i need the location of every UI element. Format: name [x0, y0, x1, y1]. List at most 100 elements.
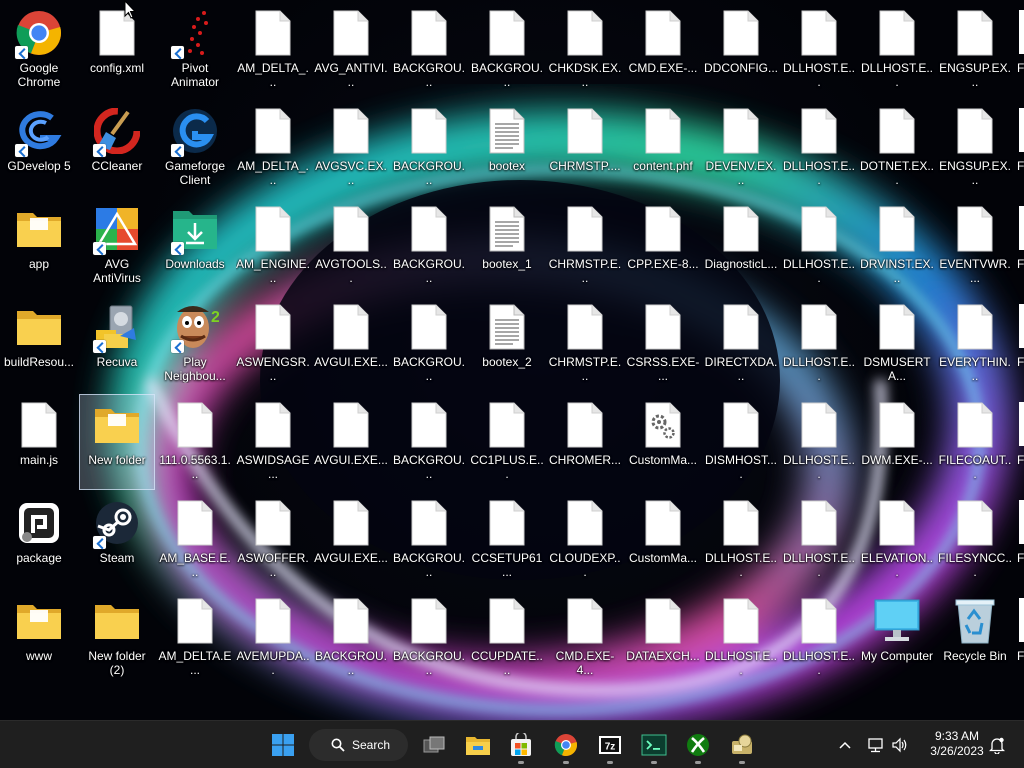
- desktop-icon-avg[interactable]: AVG AntiVirus Free: [79, 198, 155, 294]
- desktop-icon-file[interactable]: DEVENV.EX...: [703, 100, 779, 196]
- desktop-icon-folder[interactable]: New folder: [79, 394, 155, 490]
- desktop-icon-file[interactable]: AM_BASE.E...: [157, 492, 233, 588]
- desktop-icon-file[interactable]: DWM.EXE-...: [859, 394, 935, 490]
- desktop-icon-file[interactable]: CCSETUP61...: [469, 492, 545, 588]
- terminal-button[interactable]: [638, 729, 670, 764]
- notifications-button[interactable]: [986, 729, 1008, 761]
- desktop-icon-edge-label[interactable]: F: [1017, 257, 1024, 271]
- desktop-icon-file[interactable]: AVG_ANTIVI...: [313, 2, 389, 98]
- desktop-icon-file[interactable]: AVGTOOLS...: [313, 198, 389, 294]
- desktop-icon-edge-label[interactable]: F: [1017, 453, 1024, 467]
- 7zip-button[interactable]: 7z: [594, 729, 626, 764]
- xbox-button[interactable]: [682, 729, 714, 764]
- desktop-icon-file[interactable]: BACKGROU...: [469, 2, 545, 98]
- desktop-icon-textfile[interactable]: bootex: [469, 100, 545, 196]
- desktop-icon-edge-label[interactable]: F: [1017, 649, 1024, 663]
- volume-button[interactable]: [890, 729, 910, 761]
- desktop-icon-computer[interactable]: My Computer: [859, 590, 935, 686]
- desktop-icon-file[interactable]: AVGSVC.EX...: [313, 100, 389, 196]
- desktop-icon-folder-plain[interactable]: buildResou...: [1, 296, 77, 392]
- desktop-icon-file[interactable]: AM_DELTA_...: [235, 100, 311, 196]
- desktop-icon-file[interactable]: 111.0.5563.1...: [157, 394, 233, 490]
- start-button[interactable]: [267, 729, 299, 761]
- desktop-icon-file[interactable]: CC1PLUS.E...: [469, 394, 545, 490]
- desktop-icon-file[interactable]: DSMUSERTA...: [859, 296, 935, 392]
- microsoft-store-button[interactable]: [505, 729, 537, 764]
- desktop-icon-file[interactable]: DDCONFIG...: [703, 2, 779, 98]
- desktop-icon-file[interactable]: DLLHOST.E...: [781, 590, 857, 686]
- desktop-icon-file[interactable]: DLLHOST.E...: [781, 296, 857, 392]
- desktop-icon-file[interactable]: AVGUI.EXE...: [313, 394, 389, 490]
- desktop-icon-file[interactable]: DIRECTXDA...: [703, 296, 779, 392]
- desktop-icon-file[interactable]: AVGUI.EXE...: [313, 492, 389, 588]
- app-button[interactable]: [726, 729, 758, 764]
- desktop-icon-file[interactable]: ASWENGSR...: [235, 296, 311, 392]
- desktop-icon-file[interactable]: CLOUDEXP...: [547, 492, 623, 588]
- desktop-icon-file[interactable]: ENGSUP.EX...: [937, 2, 1013, 98]
- desktop-icon-neighbour[interactable]: 2 Play Neighbou...: [157, 296, 233, 392]
- desktop-icon-ccleaner[interactable]: CCleaner: [79, 100, 155, 196]
- desktop-icon-file[interactable]: DLLHOST.E...: [859, 2, 935, 98]
- desktop-icon-file[interactable]: AM_ENGINE...: [235, 198, 311, 294]
- desktop-icon-gameforge[interactable]: Gameforge Client: [157, 100, 233, 196]
- desktop-icon-file[interactable]: BACKGROU...: [391, 590, 467, 686]
- desktop-icon-file[interactable]: config.xml: [79, 2, 155, 98]
- desktop-icon-file[interactable]: CHROMER...: [547, 394, 623, 490]
- desktop-icon-file[interactable]: AVEMUPDA...: [235, 590, 311, 686]
- desktop-icon-edge-label[interactable]: F: [1017, 159, 1024, 173]
- desktop-icon-file[interactable]: BACKGROU...: [391, 198, 467, 294]
- desktop-icon-file[interactable]: BACKGROU...: [391, 492, 467, 588]
- desktop-icon-file[interactable]: CHKDSK.EX...: [547, 2, 623, 98]
- desktop-icon-file[interactable]: CHRMSTP....: [547, 100, 623, 196]
- desktop[interactable]: Google Chrome GDevelop 5 app buildResou... m…: [0, 0, 1024, 720]
- desktop-icon-folder-plain[interactable]: New folder (2): [79, 590, 155, 686]
- desktop-icon-folder[interactable]: www: [1, 590, 77, 686]
- desktop-icon-file[interactable]: DISMHOST....: [703, 394, 779, 490]
- desktop-icon-file[interactable]: DiagnosticL...: [703, 198, 779, 294]
- desktop-icon-textfile[interactable]: bootex_2: [469, 296, 545, 392]
- desktop-icon-file[interactable]: FILESYNCC...: [937, 492, 1013, 588]
- taskbar-search[interactable]: Search: [309, 729, 408, 761]
- desktop-icon-textfile[interactable]: bootex_1: [469, 198, 545, 294]
- desktop-icon-folder[interactable]: app: [1, 198, 77, 294]
- desktop-icon-file[interactable]: BACKGROU...: [391, 394, 467, 490]
- desktop-icon-file[interactable]: BACKGROU...: [391, 296, 467, 392]
- desktop-icon-file[interactable]: content.phf: [625, 100, 701, 196]
- desktop-icon-file[interactable]: DLLHOST.E...: [703, 590, 779, 686]
- desktop-icon-edge-label[interactable]: F: [1017, 61, 1024, 75]
- desktop-icon-file[interactable]: DLLHOST.E...: [781, 394, 857, 490]
- desktop-icon-file[interactable]: CHRMSTP.E...: [547, 296, 623, 392]
- desktop-icon-file[interactable]: DATAEXCH...: [625, 590, 701, 686]
- desktop-icon-file[interactable]: DLLHOST.E...: [781, 2, 857, 98]
- desktop-icon-file[interactable]: CSRSS.EXE-...: [625, 296, 701, 392]
- desktop-icon-file[interactable]: DLLHOST.E...: [781, 198, 857, 294]
- desktop-icon-file[interactable]: ASWIDSAGE...: [235, 394, 311, 490]
- desktop-icon-file[interactable]: AVGUI.EXE...: [313, 296, 389, 392]
- desktop-icon-file[interactable]: BACKGROU...: [313, 590, 389, 686]
- desktop-icon-file[interactable]: CustomMa...: [625, 492, 701, 588]
- desktop-icon-file[interactable]: ELEVATION...: [859, 492, 935, 588]
- desktop-icon-file[interactable]: CHRMSTP.E...: [547, 198, 623, 294]
- desktop-icon-downloads[interactable]: Downloads: [157, 198, 233, 294]
- show-hidden-icons-button[interactable]: [834, 729, 856, 761]
- desktop-icon-package[interactable]: package: [1, 492, 77, 588]
- desktop-icon-settingsfile[interactable]: CustomMa...: [625, 394, 701, 490]
- desktop-icon-file[interactable]: BACKGROU...: [391, 100, 467, 196]
- desktop-icon-file[interactable]: DLLHOST.E...: [781, 492, 857, 588]
- desktop-icon-file[interactable]: BACKGROU...: [391, 2, 467, 98]
- clock[interactable]: 9:33 AM 3/26/2023: [918, 729, 996, 759]
- desktop-icon-file[interactable]: FILECOAUT...: [937, 394, 1013, 490]
- desktop-icon-file[interactable]: main.js: [1, 394, 77, 490]
- task-view-button[interactable]: [418, 729, 450, 761]
- desktop-icon-file[interactable]: EVERYTHIN...: [937, 296, 1013, 392]
- desktop-icon-recycle[interactable]: Recycle Bin: [937, 590, 1013, 686]
- desktop-icon-file[interactable]: ENGSUP.EX...: [937, 100, 1013, 196]
- desktop-icon-chrome[interactable]: Google Chrome: [1, 2, 77, 98]
- desktop-icon-edge-label[interactable]: F: [1017, 551, 1024, 565]
- desktop-icon-recuva[interactable]: Recuva: [79, 296, 155, 392]
- desktop-icon-file[interactable]: DLLHOST.E...: [781, 100, 857, 196]
- desktop-icon-file[interactable]: CPP.EXE-8...: [625, 198, 701, 294]
- chrome-button[interactable]: [550, 729, 582, 764]
- desktop-icon-file[interactable]: EVENTVWR....: [937, 198, 1013, 294]
- file-explorer-button[interactable]: [462, 729, 494, 761]
